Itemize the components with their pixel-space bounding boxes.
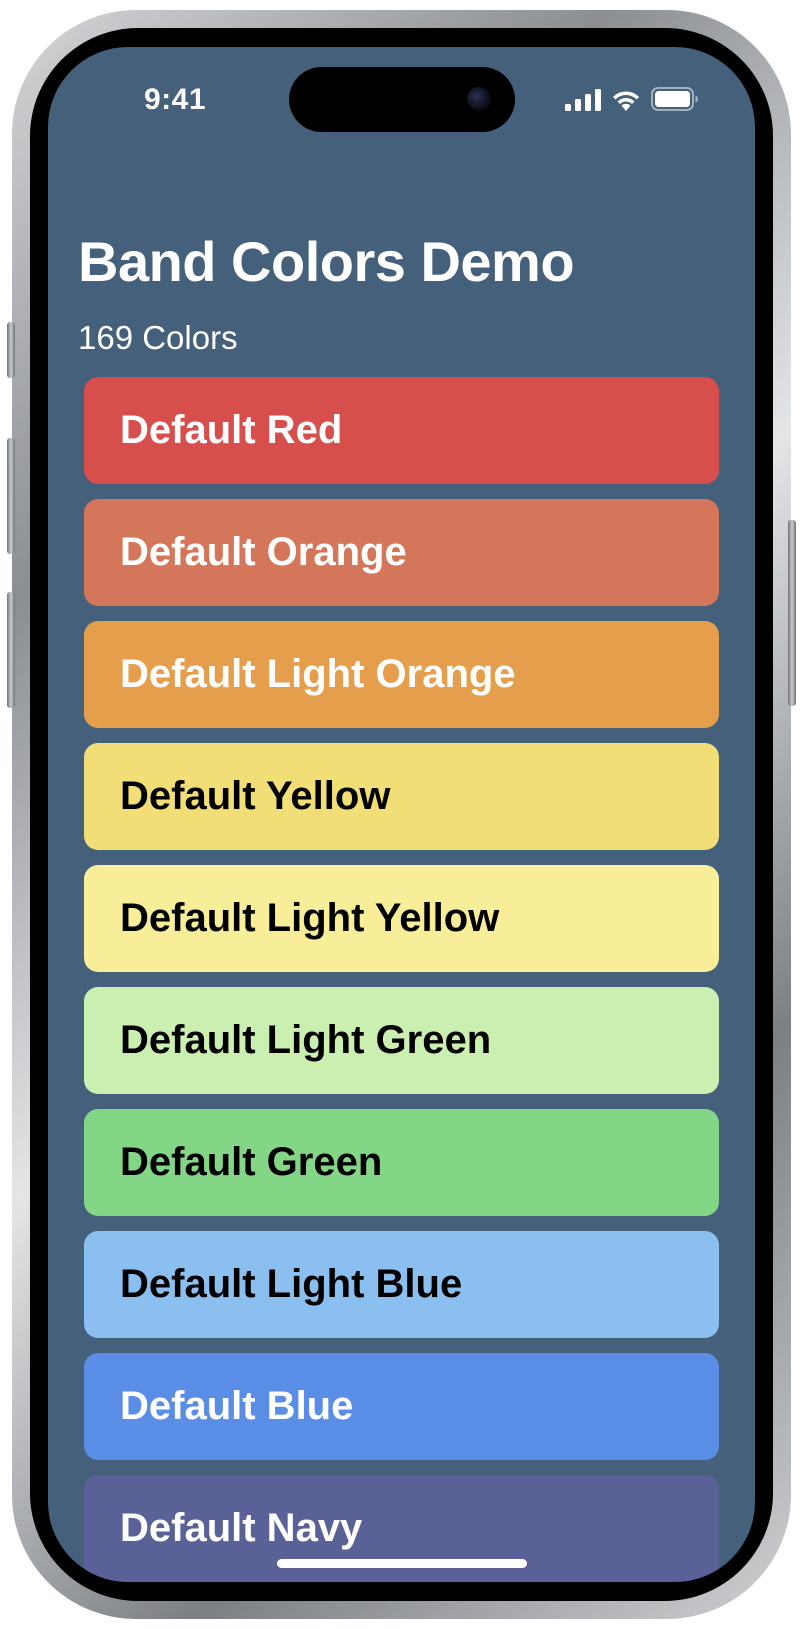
color-row-default-light-green[interactable]: Default Light Green bbox=[84, 987, 719, 1094]
color-row-label: Default Green bbox=[120, 1140, 383, 1184]
front-camera-icon bbox=[467, 87, 491, 111]
color-row-label: Default Light Green bbox=[120, 1018, 492, 1062]
color-row-label: Default Light Blue bbox=[120, 1262, 463, 1306]
color-row-default-light-yellow[interactable]: Default Light Yellow bbox=[84, 865, 719, 972]
color-list: Default Red Default Orange Default Light O… bbox=[84, 377, 719, 1582]
color-row-label: Default Light Orange bbox=[120, 652, 516, 696]
page-title: Band Colors Demo bbox=[78, 230, 575, 293]
status-bar: 9:41 bbox=[48, 47, 755, 147]
volume-up-button[interactable] bbox=[7, 438, 15, 554]
color-row-label: Default Blue bbox=[120, 1384, 354, 1428]
home-indicator[interactable] bbox=[277, 1559, 527, 1568]
dynamic-island bbox=[289, 67, 515, 132]
color-count: 169 Colors bbox=[78, 319, 238, 356]
color-row-label: Default Red bbox=[120, 408, 343, 452]
status-time: 9:41 bbox=[144, 83, 207, 116]
color-row-default-red[interactable]: Default Red bbox=[84, 377, 719, 484]
color-row-label: Default Yellow bbox=[120, 774, 391, 818]
action-button[interactable] bbox=[7, 322, 15, 378]
color-row-default-orange[interactable]: Default Orange bbox=[84, 499, 719, 606]
power-button[interactable] bbox=[788, 520, 796, 706]
status-icons bbox=[565, 87, 699, 111]
battery-icon bbox=[651, 87, 698, 111]
color-row-default-light-blue[interactable]: Default Light Blue bbox=[84, 1231, 719, 1338]
cellular-signal-icon bbox=[565, 89, 601, 111]
color-row-default-yellow[interactable]: Default Yellow bbox=[84, 743, 719, 850]
color-row-default-green[interactable]: Default Green bbox=[84, 1109, 719, 1216]
color-row-label: Default Navy bbox=[120, 1506, 363, 1550]
color-row-default-blue[interactable]: Default Blue bbox=[84, 1353, 719, 1460]
color-row-label: Default Orange bbox=[120, 530, 407, 574]
volume-down-button[interactable] bbox=[7, 592, 15, 708]
app-screen: 9:41 Band Colors Demo 169 Colors Default… bbox=[48, 47, 755, 1582]
color-row-default-light-orange[interactable]: Default Light Orange bbox=[84, 621, 719, 728]
color-row-label: Default Light Yellow bbox=[120, 896, 500, 940]
wifi-icon bbox=[613, 91, 639, 111]
